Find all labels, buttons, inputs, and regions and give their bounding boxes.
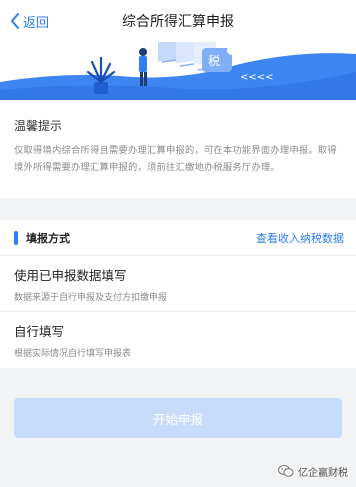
fill-mode-header: 填报方式 查看收入纳税数据 [0, 220, 356, 256]
watermark-text: 亿企赢财税 [298, 467, 348, 479]
option-title: 自行填写 [14, 324, 65, 339]
option-desc: 数据来源于自行申报及支付方扣缴申报 [14, 293, 168, 303]
fill-mode-card: 填报方式 查看收入纳税数据 使用已申报数据填写 数据来源于自行申报及支付方扣缴申… [0, 220, 356, 368]
option-title: 使用已申报数据填写 [14, 268, 127, 283]
page-title: 综合所得汇算申报 [122, 14, 234, 30]
option-self-fill[interactable]: 自行填写 根据实际情况自行填写申报表 [0, 312, 356, 368]
start-declaration-button[interactable]: 开始申报 [14, 398, 342, 438]
banner-art: <<<< 税 [0, 42, 356, 100]
notice-panel: 温馨提示 仅取得境内综合所得且需要办理汇算申报的，可在本功能界面办理申报。取得境… [0, 100, 356, 198]
notice-title: 温馨提示 [14, 119, 63, 133]
fill-mode-title: 填报方式 [26, 232, 70, 245]
option-use-declared-data[interactable]: 使用已申报数据填写 数据来源于自行申报及支付方扣缴申报 [0, 256, 356, 312]
option-desc: 根据实际情况自行填写申报表 [14, 349, 132, 359]
view-income-tax-data-link[interactable]: 查看收入纳税数据 [256, 230, 344, 246]
chevrons-decoration: <<<< [240, 72, 274, 83]
banner-illustration: <<<< 税 [0, 42, 356, 100]
notice-body: 仅取得境内综合所得且需要办理汇算申报的，可在本功能界面办理申报。取得境外所得需要… [14, 145, 337, 173]
section-accent-bar [14, 231, 18, 245]
tax-badge: 税 [208, 54, 220, 68]
wechat-icon [278, 465, 294, 477]
watermark: 亿企赢财税 [278, 462, 348, 480]
nav-bar: 返回 综合所得汇算申报 [0, 0, 356, 42]
